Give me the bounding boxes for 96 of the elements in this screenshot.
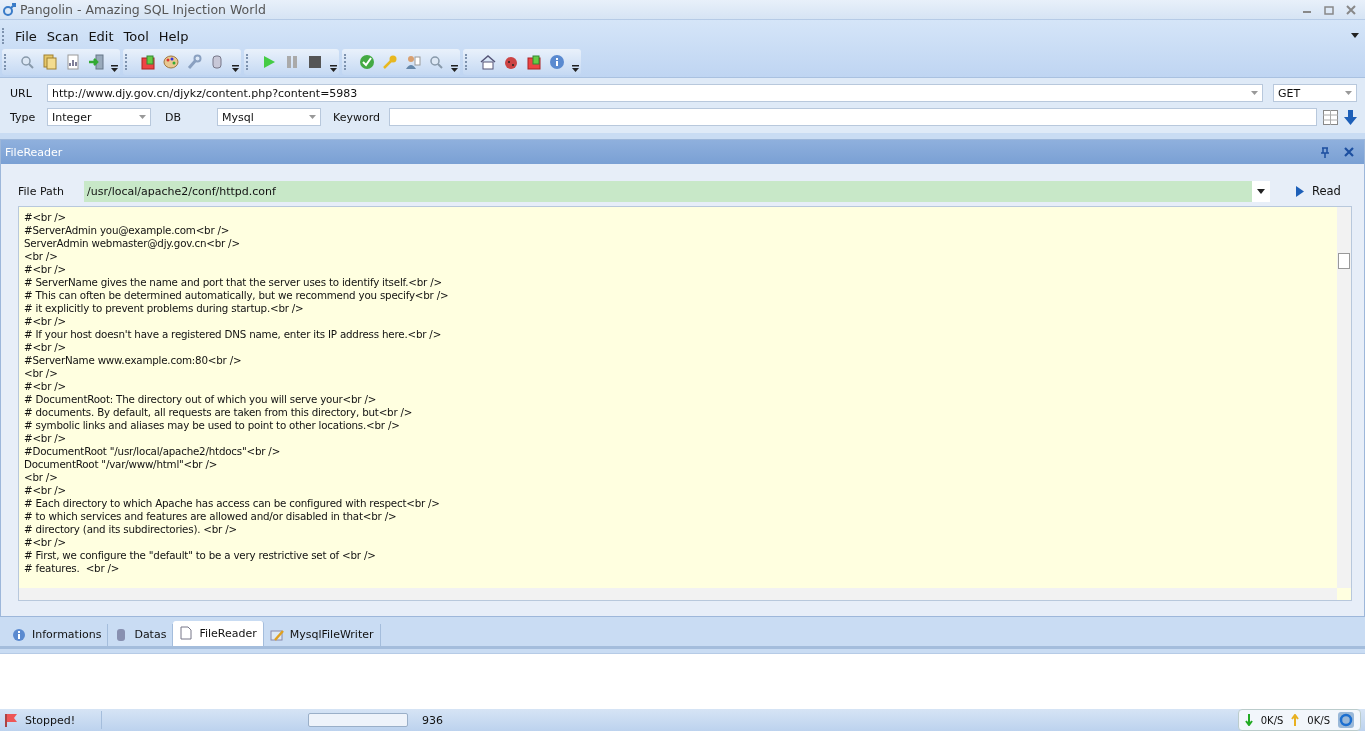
file-content-line: #<br /> bbox=[24, 341, 67, 355]
play-icon[interactable] bbox=[261, 54, 277, 71]
count-text: 936 bbox=[422, 713, 443, 727]
menu-item[interactable]: Tool bbox=[123, 28, 149, 44]
file-content-line: #DocumentRoot "/usr/local/apache2/htdocs"<br /> bbox=[24, 445, 282, 459]
user-icon[interactable] bbox=[405, 54, 421, 71]
close-icon[interactable] bbox=[1344, 147, 1354, 158]
search-icon[interactable] bbox=[19, 54, 35, 71]
pause-icon[interactable] bbox=[284, 54, 300, 71]
document-icon bbox=[179, 626, 194, 641]
file-content-line: # DocumentRoot: The directory out of which you will serve your<br /> bbox=[24, 393, 378, 407]
url-label: URL bbox=[10, 86, 33, 100]
file-content-line: #<br /> bbox=[24, 380, 67, 394]
vertical-scrollbar[interactable] bbox=[1337, 207, 1351, 589]
caret-icon[interactable] bbox=[1351, 33, 1359, 40]
down-arrow-icon bbox=[1244, 714, 1253, 726]
method-dropdown[interactable]: GET bbox=[1273, 84, 1357, 103]
file-content-line: #<br /> bbox=[24, 263, 67, 277]
stop-icon[interactable] bbox=[307, 54, 323, 71]
status-text: Stopped! bbox=[25, 713, 77, 727]
file-content-line: #ServerName www.example.com:80<br /> bbox=[24, 354, 243, 368]
palette-icon[interactable] bbox=[163, 54, 179, 71]
file-content-line: # to which services and features are allowed and/or disabled in that<br /> bbox=[24, 510, 398, 524]
wrench-icon[interactable] bbox=[186, 54, 202, 71]
overflow-icon[interactable] bbox=[330, 65, 337, 74]
app-icon bbox=[2, 2, 16, 17]
menu-item[interactable]: Scan bbox=[46, 28, 79, 44]
file-content-line: # First, we configure the "default" to be a very restrictive set of <br /> bbox=[24, 549, 377, 563]
download-arrow-icon[interactable] bbox=[1344, 109, 1357, 125]
check-icon[interactable] bbox=[359, 54, 375, 71]
file-path-label: File Path bbox=[18, 184, 66, 198]
search-icon[interactable] bbox=[428, 54, 444, 71]
up-arrow-icon bbox=[1291, 714, 1300, 726]
file-content-line: # ServerName gives the name and port that the server uses to identify itself.<br /> bbox=[24, 276, 443, 290]
report-icon[interactable] bbox=[65, 54, 81, 71]
menu-item[interactable]: Help bbox=[158, 28, 189, 44]
file-content-line: # features. <br /> bbox=[24, 562, 121, 576]
type-dropdown[interactable]: Integer bbox=[47, 108, 151, 127]
file-content-line: #<br /> bbox=[24, 536, 67, 550]
file-content-line: <br /> bbox=[24, 367, 59, 381]
caret-icon[interactable] bbox=[1257, 188, 1265, 194]
close-icon[interactable] bbox=[1345, 3, 1357, 16]
url-field[interactable]: http://www.djy.gov.cn/djykz/content.php?content=5983 bbox=[47, 84, 1263, 103]
overflow-icon[interactable] bbox=[451, 65, 458, 74]
info-icon bbox=[12, 627, 26, 642]
bug-icon[interactable] bbox=[503, 54, 519, 71]
file-content-line: #ServerAdmin you@example.com<br /> bbox=[24, 224, 231, 238]
browser-icon[interactable] bbox=[1338, 712, 1354, 728]
file-content-line: #<br /> bbox=[24, 315, 67, 329]
file-content-line: <br /> bbox=[24, 250, 59, 264]
flag-icon bbox=[3, 712, 19, 728]
download-speed: 0K/S bbox=[1260, 714, 1284, 726]
documents-icon[interactable] bbox=[42, 54, 58, 71]
keyword-field[interactable] bbox=[389, 108, 1317, 127]
tab[interactable]: MysqlFileWriter bbox=[263, 623, 381, 646]
type-label: Type bbox=[10, 110, 37, 124]
restore-icon[interactable] bbox=[1323, 3, 1335, 16]
file-content-line: #<br /> bbox=[24, 211, 67, 225]
file-content-line: # This can often be determined automatically, but we recommend you specify<br /> bbox=[24, 289, 450, 303]
file-content-line: #<br /> bbox=[24, 432, 67, 446]
db-dropdown[interactable]: Mysql bbox=[217, 108, 321, 127]
db-label: DB bbox=[165, 110, 183, 124]
menu-item[interactable]: File bbox=[15, 28, 37, 44]
overflow-icon[interactable] bbox=[572, 65, 579, 74]
overflow-icon[interactable] bbox=[232, 65, 239, 74]
upload-speed: 0K/S bbox=[1307, 714, 1330, 726]
file-content-line: # Each directory to which Apache has access can be configured with respect<br /> bbox=[24, 497, 441, 511]
file-content-line: # directory (and its subdirectories). <br /> bbox=[24, 523, 238, 537]
file-path-field[interactable]: /usr/local/apache2/conf/httpd.conf bbox=[84, 180, 1270, 202]
play-icon bbox=[1296, 185, 1304, 197]
tab[interactable]: FileReader bbox=[173, 620, 264, 646]
read-button[interactable]: Read bbox=[1286, 184, 1352, 199]
grid-icon[interactable] bbox=[1323, 109, 1338, 125]
pin-icon[interactable] bbox=[1320, 146, 1330, 158]
file-content-line: <br /> bbox=[24, 471, 59, 485]
menu-item[interactable]: Edit bbox=[88, 28, 114, 44]
pencil-icon bbox=[269, 627, 284, 642]
file-content-line: # it explicitly to prevent problems during startup.<br /> bbox=[24, 302, 305, 316]
file-content-line: DocumentRoot "/var/www/html"<br /> bbox=[24, 458, 219, 472]
info-icon[interactable] bbox=[549, 54, 565, 71]
file-content-line: # documents. By default, all requests are taken from this directory, but<br /> bbox=[24, 406, 414, 420]
overflow-icon[interactable] bbox=[111, 65, 118, 74]
package-icon[interactable] bbox=[140, 54, 156, 71]
panel-title: FileReader bbox=[5, 145, 63, 159]
window-title: Pangolin - Amazing SQL Injection World bbox=[20, 2, 266, 17]
keyword-label: Keyword bbox=[333, 110, 381, 124]
file-content-line: # symbolic links and aliases may be used to point to other locations.<br /> bbox=[24, 419, 401, 433]
tab[interactable]: Informations bbox=[6, 623, 109, 646]
file-content-line: ServerAdmin webmaster@djy.gov.cn<br /> bbox=[24, 237, 241, 251]
home-icon[interactable] bbox=[480, 54, 496, 71]
horizontal-scrollbar[interactable] bbox=[19, 588, 1337, 601]
package-icon[interactable] bbox=[526, 54, 542, 71]
file-content-line: # If your host doesn't have a registered DNS name, enter its IP address here.<br /> bbox=[24, 328, 443, 342]
exit-icon[interactable] bbox=[88, 54, 104, 71]
file-content-line: #<br /> bbox=[24, 484, 67, 498]
file-content-area[interactable] bbox=[18, 206, 1352, 602]
